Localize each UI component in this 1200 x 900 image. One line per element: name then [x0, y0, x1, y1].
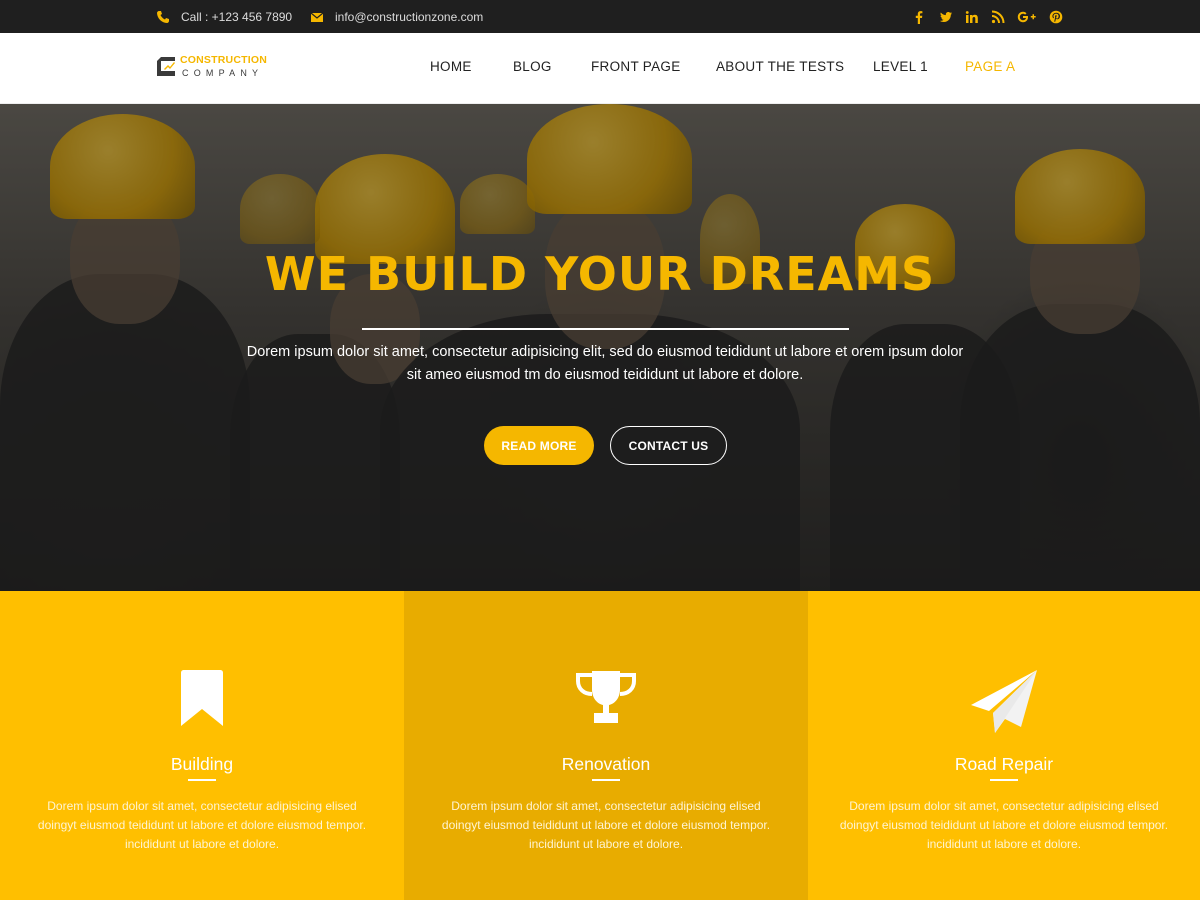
- hero-lead-text: Dorem ipsum dolor sit amet, consectetur …: [246, 344, 964, 383]
- logo-icon: [155, 56, 179, 78]
- rss-icon[interactable]: [991, 10, 1005, 24]
- top-bar: Call : +123 456 7890 info@constructionzo…: [0, 0, 1200, 33]
- site-header: CONSTRUCTION COMPANY HOME BLOG FRONT PAG…: [0, 33, 1200, 104]
- service-divider: [592, 779, 620, 781]
- google-plus-icon[interactable]: [1017, 10, 1037, 24]
- service-building: Building Dorem ipsum dolor sit amet, con…: [0, 591, 404, 900]
- service-road-repair: Road Repair Dorem ipsum dolor sit amet, …: [808, 591, 1200, 900]
- service-text: Dorem ipsum dolor sit amet, consectetur …: [441, 799, 771, 851]
- read-more-button[interactable]: READ MORE: [484, 426, 594, 465]
- phone-icon: [156, 10, 170, 24]
- service-divider: [188, 779, 216, 781]
- service-renovation: Renovation Dorem ipsum dolor sit amet, c…: [404, 591, 808, 900]
- hero-divider: [362, 328, 849, 330]
- facebook-icon[interactable]: [912, 10, 926, 24]
- service-title: Renovation: [561, 754, 651, 774]
- logo-line-2: COMPANY: [182, 68, 264, 78]
- linkedin-icon[interactable]: [965, 10, 979, 24]
- hero-title: WE BUILD YOUR DREAMS: [264, 247, 936, 301]
- service-divider: [990, 779, 1018, 781]
- hero-banner: WE BUILD YOUR DREAMS Dorem ipsum dolor s…: [0, 104, 1200, 591]
- contact-us-button[interactable]: CONTACT US: [610, 426, 727, 465]
- trophy-icon: [571, 669, 641, 735]
- phone-contact[interactable]: Call : +123 456 7890: [156, 0, 292, 33]
- envelope-icon: [310, 10, 324, 24]
- services-section: Building Dorem ipsum dolor sit amet, con…: [0, 591, 1200, 900]
- service-text: Dorem ipsum dolor sit amet, consectetur …: [37, 799, 367, 851]
- paper-plane-icon: [969, 669, 1039, 735]
- nav-item-home[interactable]: HOME: [430, 59, 472, 74]
- social-links: [912, 0, 1075, 33]
- nav-item-level-1[interactable]: LEVEL 1: [873, 59, 928, 74]
- phone-text: Call : +123 456 7890: [181, 9, 293, 24]
- bookmark-icon: [167, 669, 237, 735]
- email-text: info@constructionzone.com: [335, 9, 484, 24]
- service-title: Building: [170, 754, 234, 774]
- email-contact[interactable]: info@constructionzone.com: [310, 0, 483, 33]
- nav-item-about-the-tests[interactable]: ABOUT THE TESTS: [716, 59, 844, 74]
- site-logo[interactable]: CONSTRUCTION COMPANY: [155, 53, 285, 83]
- nav-item-page-a[interactable]: PAGE A: [965, 59, 1015, 74]
- nav-item-blog[interactable]: BLOG: [513, 59, 552, 74]
- service-title: Road Repair: [954, 754, 1054, 774]
- nav-item-front-page[interactable]: FRONT PAGE: [591, 59, 681, 74]
- pinterest-icon[interactable]: [1049, 10, 1063, 24]
- service-text: Dorem ipsum dolor sit amet, consectetur …: [839, 799, 1169, 851]
- twitter-icon[interactable]: [939, 10, 953, 24]
- logo-line-1: CONSTRUCTION: [180, 54, 267, 66]
